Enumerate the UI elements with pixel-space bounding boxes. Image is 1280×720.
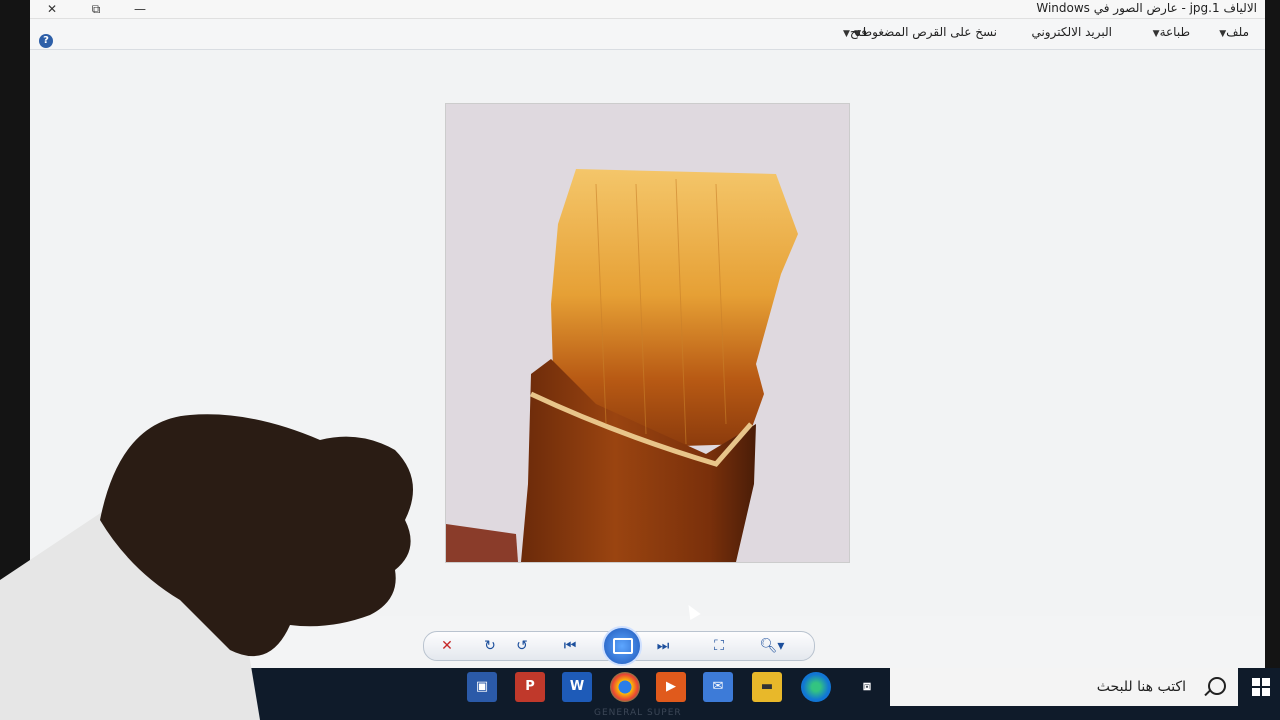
word-icon[interactable]: W (562, 672, 592, 702)
file-explorer-icon[interactable]: ▬ (752, 672, 782, 702)
rotate-clockwise-icon[interactable]: ↻ (479, 635, 501, 657)
chevron-down-icon: ▼ (1152, 29, 1160, 39)
rotate-counterclockwise-icon[interactable]: ↺ (511, 635, 533, 657)
help-icon[interactable]: ? (39, 34, 53, 48)
task-view-icon[interactable]: ⧈ (852, 672, 882, 702)
displayed-photo (445, 103, 850, 563)
photo-viewer-taskbar-icon[interactable]: ▣ (467, 672, 497, 702)
monitor-brand: GENERAL SUPER (594, 708, 682, 718)
fiber-stick-image (446, 104, 849, 562)
edge-icon[interactable] (801, 672, 831, 702)
menu-email[interactable]: البريد الالكتروني (1031, 25, 1112, 39)
menu-burn-label: نسخ على القرص المضغوط (861, 25, 997, 39)
windows-start-icon[interactable] (1252, 678, 1270, 696)
chevron-down-icon: ▼ (842, 29, 850, 39)
slideshow-icon (613, 638, 633, 654)
menu-print-label: طباعة (1159, 25, 1190, 39)
mail-icon[interactable]: ✉ (703, 672, 733, 702)
menu-open-label: فتح (849, 25, 867, 39)
slideshow-button[interactable] (602, 626, 642, 666)
powerpoint-icon[interactable]: P (515, 672, 545, 702)
window-title: الالياف jpg.1 - عارض الصور في Windows (1036, 1, 1257, 15)
previous-icon[interactable]: ⏮ (559, 635, 581, 657)
minimize-window-button[interactable]: — (120, 0, 160, 18)
menu-print[interactable]: طباعة▼ (1147, 25, 1190, 39)
chrome-icon[interactable] (610, 672, 640, 702)
menu-bar: ? ملف▼ طباعة▼ البريد الالكتروني نسخ على … (30, 19, 1265, 50)
close-window-button[interactable]: ✕ (32, 0, 72, 18)
actual-size-icon[interactable]: ⛶ (708, 635, 730, 657)
monitor-bezel-right (1265, 0, 1280, 668)
restore-window-button[interactable]: ⧉ (76, 0, 116, 18)
menu-burn[interactable]: نسخ على القرص المضغوط▼ (848, 25, 997, 39)
menu-open[interactable]: فتح▼ (837, 25, 867, 39)
menu-email-label: البريد الالكتروني (1031, 25, 1112, 39)
menu-file-label: ملف (1226, 25, 1249, 39)
taskbar-search[interactable]: اكتب هنا للبحث (890, 668, 1238, 706)
search-placeholder: اكتب هنا للبحث (1096, 679, 1186, 695)
media-player-icon[interactable]: ▶ (656, 672, 686, 702)
zoom-icon[interactable]: 🔍︎▾ (754, 635, 790, 657)
search-icon (1208, 677, 1226, 695)
next-icon[interactable]: ⏭ (652, 635, 674, 657)
menu-file[interactable]: ملف▼ (1213, 25, 1249, 39)
title-bar: ✕ ⧉ — الالياف jpg.1 - عارض الصور في Wind… (30, 0, 1265, 19)
pointing-hand (0, 414, 413, 720)
viewer-controls: ✕ ↻ ↺ ⏮ ⏭ ⛶ 🔍︎▾ (423, 626, 815, 666)
